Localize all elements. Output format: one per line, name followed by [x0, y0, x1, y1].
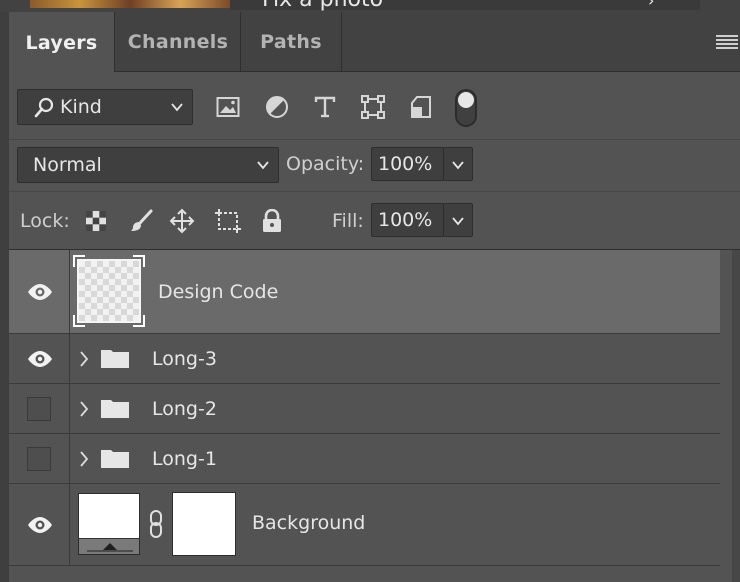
type-filter-icon[interactable]: [310, 92, 340, 122]
lock-image-pixels-icon[interactable]: [126, 206, 156, 236]
fill-label: Fill:: [332, 210, 364, 232]
filter-kind-label: Kind: [60, 96, 102, 118]
layer-row-background[interactable]: Background: [9, 484, 720, 566]
folder-icon: [101, 350, 129, 368]
selection-corner: [73, 315, 85, 327]
shape-filter-icon[interactable]: [358, 92, 388, 122]
blend-opacity-row: Normal Opacity: 100%: [9, 140, 740, 192]
layer-row-long-2[interactable]: Long-2: [9, 384, 720, 434]
chevron-down-icon: [452, 161, 464, 170]
toggle-knob: [458, 92, 474, 108]
lock-label: Lock:: [20, 210, 70, 232]
visibility-column: [9, 334, 70, 383]
layer-name[interactable]: Design Code: [158, 281, 278, 303]
preview-thumbnail: [30, 0, 230, 8]
fill-dropdown-button[interactable]: [443, 203, 473, 237]
layer-thumbnail[interactable]: [78, 493, 140, 555]
layers-list: Design Code Long-3 Long-2 Long-1 Backgro…: [9, 250, 732, 582]
previous-panel-strip: Fix a photo ›: [0, 0, 740, 12]
chevron-down-icon: [452, 217, 464, 226]
chevron-right-icon[interactable]: [79, 451, 89, 467]
search-icon: [34, 97, 54, 118]
layer-name[interactable]: Long-2: [152, 398, 217, 420]
folder-icon: [101, 450, 129, 468]
layer-mask-thumbnail[interactable]: [172, 492, 236, 556]
layer-name[interactable]: Long-1: [152, 448, 217, 470]
lock-fill-row: Lock: Fill: 100%: [9, 192, 740, 250]
layer-row-design-code[interactable]: Design Code: [9, 250, 720, 334]
layer-name[interactable]: Background: [252, 512, 365, 534]
blend-mode-value: Normal: [33, 154, 102, 176]
layer-name[interactable]: Long-3: [152, 348, 217, 370]
folder-icon: [101, 400, 129, 418]
chain-link-icon[interactable]: [148, 510, 164, 538]
layer-thumbnail[interactable]: [77, 259, 141, 323]
left-rail: [0, 12, 9, 582]
tab-paths[interactable]: Paths: [241, 12, 341, 72]
chevron-down-icon: [171, 103, 183, 112]
eye-icon[interactable]: [26, 516, 54, 534]
triangle-up-icon: [87, 543, 133, 552]
tab-layers[interactable]: Layers: [9, 12, 115, 73]
lock-transparent-pixels-icon[interactable]: [81, 206, 111, 236]
chevron-down-icon: [257, 161, 269, 170]
preview-title: Fix a photo: [262, 0, 383, 12]
tab-divider: [341, 12, 342, 72]
tab-channels[interactable]: Channels: [116, 12, 240, 72]
blend-mode-select[interactable]: Normal: [17, 147, 279, 183]
smart-object-filter-icon[interactable]: [406, 92, 436, 122]
chevron-right-icon[interactable]: [79, 351, 89, 367]
adjustment-filter-icon[interactable]: [262, 92, 292, 122]
filter-toggle-switch[interactable]: [455, 89, 477, 127]
selection-corner: [133, 315, 145, 327]
chevron-right-icon[interactable]: [79, 401, 89, 417]
panel-menu-icon[interactable]: [716, 35, 738, 51]
lock-artboard-icon[interactable]: [213, 206, 243, 236]
visibility-toggle[interactable]: [27, 397, 51, 421]
visibility-column: [9, 250, 70, 333]
layer-filter-row: Kind: [9, 72, 740, 140]
fill-input[interactable]: 100%: [371, 203, 444, 237]
adjustment-bar: [79, 538, 139, 554]
eye-icon[interactable]: [26, 350, 54, 368]
image-filter-icon[interactable]: [213, 92, 243, 122]
lock-position-icon[interactable]: [167, 206, 197, 236]
visibility-toggle[interactable]: [27, 447, 51, 471]
opacity-input[interactable]: 100%: [371, 147, 444, 181]
lock-all-icon[interactable]: [257, 206, 287, 236]
selection-corner: [133, 255, 145, 267]
filter-kind-select[interactable]: Kind: [17, 89, 193, 125]
scrollbar-track[interactable]: [732, 250, 740, 582]
visibility-column: [9, 484, 70, 565]
opacity-dropdown-button[interactable]: [443, 147, 473, 181]
eye-icon[interactable]: [26, 283, 54, 301]
chevron-right-icon[interactable]: ›: [648, 0, 654, 10]
layer-row-long-1[interactable]: Long-1: [9, 434, 720, 484]
selection-corner: [73, 255, 85, 267]
opacity-label: Opacity:: [286, 153, 365, 175]
panel-tab-bar: Layers Channels Paths: [9, 12, 740, 73]
visibility-column: [9, 434, 70, 483]
layer-row-long-3[interactable]: Long-3: [9, 334, 720, 384]
visibility-column: [9, 384, 70, 433]
